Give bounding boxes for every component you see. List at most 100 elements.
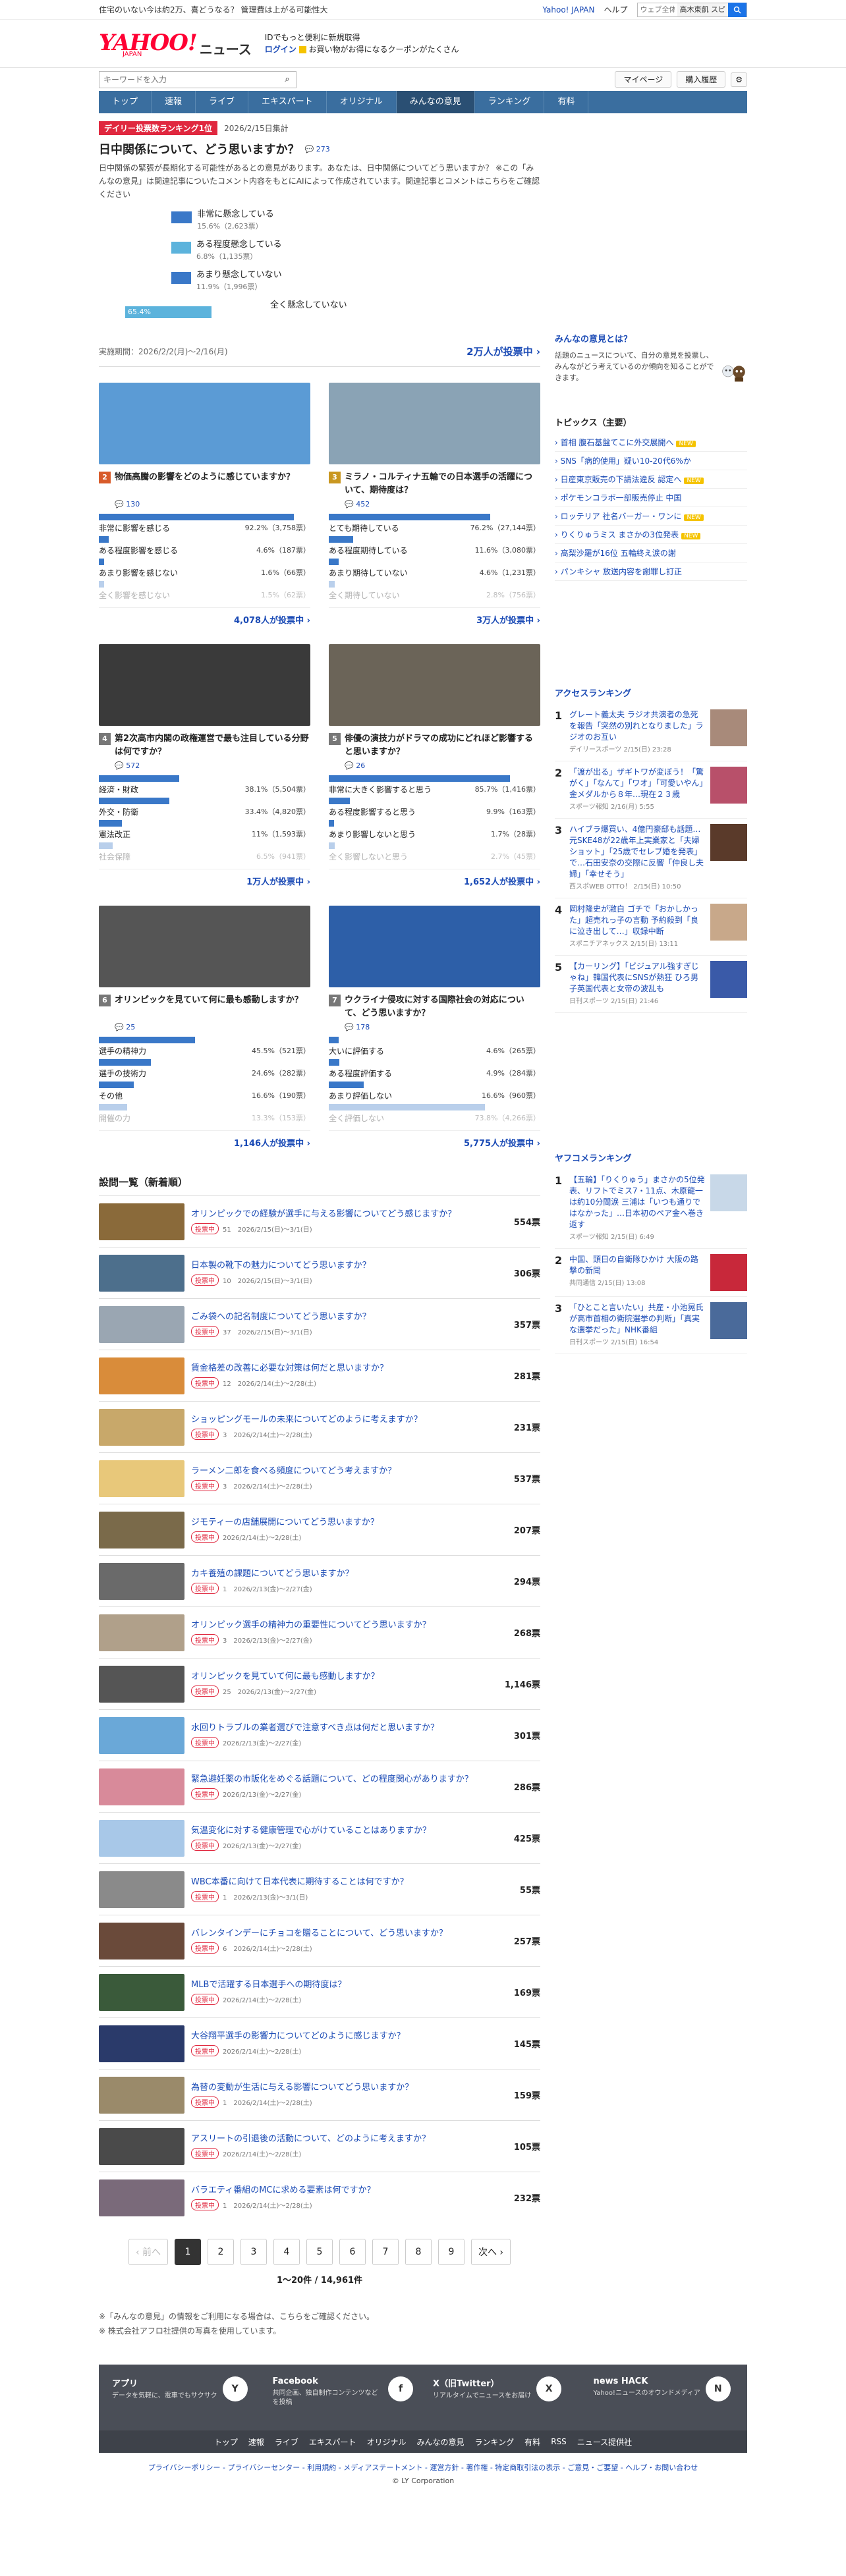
ranking-thumbnail[interactable] [710, 767, 747, 804]
mypage-button[interactable]: マイページ [615, 71, 672, 88]
poll-card[interactable]: 3 ミラノ・コルティナ五輪での日本選手の活躍について、期待度は？ 💬 452 とても期… [329, 383, 540, 626]
list-item[interactable]: ごみ袋への記名制度についてどう思いますか？ 投票中 37 2026/2/15(日)〜… [99, 1298, 540, 1350]
yafuko-ranking-heading[interactable]: ヤフコメランキング [555, 1151, 747, 1164]
list-item-question[interactable]: オリンピックを見ていて何に最も感動しますか？ [191, 1671, 494, 1683]
signup-link[interactable]: IDでもっと便利に新規取得 [265, 32, 459, 43]
footer-nav-6[interactable]: ランキング [475, 2436, 515, 2448]
topic-link[interactable]: › ポケモンコラボ一部販売停止 中国 [555, 489, 747, 507]
list-item[interactable]: WBC本番に向けて日本代表に期待することは何ですか？ 投票中 1 2026/2/13… [99, 1863, 540, 1915]
comment-count[interactable]: 💬 273 [305, 145, 330, 153]
poll-card[interactable]: 7 ウクライナ侵攻に対する国際社会の対応について、どう思いますか？ 💬 178 大いに… [329, 906, 540, 1149]
page-3-button[interactable]: 3 [240, 2239, 267, 2265]
list-item[interactable]: 水回りトラブルの業者選びで注意すべき点は何だと思いますか？ 投票中 2026/2/1… [99, 1709, 540, 1761]
footer-nav-5[interactable]: みんなの意見 [417, 2436, 465, 2448]
list-item-question[interactable]: 気温変化に対する健康管理で心がけていることはありますか？ [191, 1825, 494, 1837]
footer-nav-7[interactable]: 有料 [524, 2436, 540, 2448]
list-item-thumbnail[interactable] [99, 2127, 184, 2165]
footer-nav-3[interactable]: エキスパート [309, 2436, 356, 2448]
comment-count[interactable]: 💬 572 [115, 761, 310, 770]
list-item-question[interactable]: 日本製の靴下の魅力についてどう思いますか？ [191, 1260, 494, 1272]
ranking-title[interactable]: グレート義太夫 ラジオ共演者の急死を報告「突然の別れとなりました」ラジオのお互い… [569, 709, 705, 755]
comment-count[interactable]: 💬 26 [345, 761, 540, 770]
page-7-button[interactable]: 7 [372, 2239, 399, 2265]
list-item[interactable]: ジモティーの店舗展開についてどう思いますか？ 投票中 2026/2/14(土)〜2/… [99, 1504, 540, 1555]
poll-card-image[interactable] [99, 644, 310, 726]
list-item-thumbnail[interactable] [99, 2076, 184, 2114]
list-item-question[interactable]: 為替の変動が生活に与える影響についてどう思いますか？ [191, 2082, 494, 2094]
list-item[interactable]: オリンピックでの経験が選手に与える影響についてどう感じますか？ 投票中 51 202… [99, 1195, 540, 1247]
list-item-thumbnail[interactable] [99, 1819, 184, 1857]
featured-title[interactable]: 日中関係について、どう思いますか？ [99, 140, 300, 157]
list-item-question[interactable]: 大谷翔平選手の影響力についてどのように感じますか？ [191, 2031, 494, 2042]
poll-card-image[interactable] [329, 644, 540, 726]
list-item-question[interactable]: 緊急避妊薬の市販化をめぐる話題について、どの程度関心がありますか？ [191, 1774, 494, 1786]
list-item-thumbnail[interactable] [99, 1254, 184, 1292]
list-item-thumbnail[interactable] [99, 1305, 184, 1343]
vote-count-link[interactable]: 1万人が投票中 › [99, 869, 310, 887]
ranking-thumbnail[interactable] [710, 1254, 747, 1291]
list-item-question[interactable]: カキ養殖の課題についてどう思いますか？ [191, 1568, 494, 1580]
nav-tab-4[interactable]: オリジナル [327, 91, 397, 113]
list-item[interactable]: バレンタインデーにチョコを贈ることについて、どう思いますか？ 投票中 6 2026/… [99, 1915, 540, 1966]
footer-app-item[interactable]: news HACK Yahoo!ニュースのオウンドメディア N [594, 2376, 735, 2419]
comment-count[interactable]: 💬 178 [345, 1023, 540, 1031]
page-9-button[interactable]: 9 [438, 2239, 465, 2265]
nav-tab-3[interactable]: エキスパート [248, 91, 327, 113]
ranking-thumbnail[interactable] [710, 1174, 747, 1211]
list-item-thumbnail[interactable] [99, 1203, 184, 1240]
poll-card-title[interactable]: 2 物価高騰の影響をどのように感じていますか？ [99, 471, 310, 499]
list-item-thumbnail[interactable] [99, 1768, 184, 1805]
comment-count[interactable]: 💬 452 [345, 500, 540, 508]
poll-card-image[interactable] [99, 383, 310, 464]
coupon-link[interactable]: お買い物がお得になるクーポンがたくさん [308, 45, 459, 54]
list-item-question[interactable]: オリンピック選手の精神力の重要性についてどう思いますか？ [191, 1620, 494, 1631]
list-item-question[interactable]: ジモティーの店舗展開についてどう思いますか？ [191, 1517, 494, 1529]
keyword-input[interactable] [99, 71, 279, 88]
list-item[interactable]: ショッピングモールの未来についてどのように考えますか？ 投票中 3 2026/2/1… [99, 1401, 540, 1452]
search-button[interactable] [728, 2, 747, 17]
page-6-button[interactable]: 6 [339, 2239, 366, 2265]
search-tag[interactable]: 高木東凱 スピ [677, 3, 728, 16]
ranking-item[interactable]: 3 ハイブラ爆買い、4億円豪邸も話題…元SKE48が22歳年上実業家と「夫婦ショッ… [555, 819, 747, 898]
list-item-thumbnail[interactable] [99, 1871, 184, 1908]
promo-link[interactable]: 住宅のいない今は約2万、喜どうなる？ 管理費は上がる可能性大 [99, 4, 327, 15]
list-item-question[interactable]: アスリートの引退後の活動について、どのように考えますか？ [191, 2133, 494, 2145]
poll-card-image[interactable] [329, 383, 540, 464]
topic-link[interactable]: › 首相 腹石基盤てこに外交展開へ NEW [555, 433, 747, 452]
list-item-question[interactable]: ショッピングモールの未来についてどのように考えますか？ [191, 1414, 494, 1426]
nav-tab-0[interactable]: トップ [99, 91, 152, 113]
list-item[interactable]: オリンピック選手の精神力の重要性についてどう思いますか？ 投票中 3 2026/2/… [99, 1606, 540, 1658]
list-item-thumbnail[interactable] [99, 2179, 184, 2216]
poll-card[interactable]: 5 俳優の演技力がドラマの成功にどれほど影響すると思いますか？ 💬 26 非常に大きく… [329, 644, 540, 887]
vote-count-link[interactable]: 5,775人が投票中 › [329, 1130, 540, 1149]
footer-nav-8[interactable]: RSS [551, 2437, 567, 2446]
ranking-thumbnail[interactable] [710, 1302, 747, 1339]
ranking-item[interactable]: 2 中国、頭日の自衛隊ひかけ 大阪の路撃の新聞 共同通信 2/15(日) 13:08 [555, 1249, 747, 1297]
list-item[interactable]: 為替の変動が生活に与える影響についてどう思いますか？ 投票中 1 2026/2/14… [99, 2069, 540, 2120]
topic-link[interactable]: › 日産東京販売の下請法違反 認定へ NEW [555, 470, 747, 489]
nav-tab-7[interactable]: 有料 [544, 91, 589, 113]
vote-count-link[interactable]: 1,146人が投票中 › [99, 1130, 310, 1149]
vote-count-link[interactable]: 3万人が投票中 › [329, 607, 540, 626]
poll-card-title[interactable]: 3 ミラノ・コルティナ五輪での日本選手の活躍について、期待度は？ [329, 471, 540, 499]
footer-app-item[interactable]: アプリ データを気軽に、電車でもサクサク Y [112, 2376, 253, 2419]
list-item-question[interactable]: バレンタインデーにチョコを贈ることについて、どう思いますか？ [191, 1928, 494, 1940]
topic-link[interactable]: › SNS「病的使用」疑い10-20代6%か [555, 452, 747, 470]
footer-links[interactable]: プライバシーポリシー - プライバシーセンター - 利用規約 - メディアステー… [0, 2462, 846, 2473]
footer-nav-2[interactable]: ライブ [275, 2436, 298, 2448]
list-item-thumbnail[interactable] [99, 1408, 184, 1446]
page-2-button[interactable]: 2 [208, 2239, 234, 2265]
ranking-item[interactable]: 4 岡村隆史が激白 ゴチで「おかしかった」超売れっ子の言動 予約殺到「良に泣き出し… [555, 898, 747, 956]
list-item[interactable]: 大谷翔平選手の影響力についてどのように感じますか？ 投票中 2026/2/14(土)… [99, 2017, 540, 2069]
page-1-button[interactable]: 1 [175, 2239, 201, 2265]
list-item-thumbnail[interactable] [99, 1460, 184, 1497]
search-icon[interactable]: ⌕ [279, 74, 296, 84]
list-item[interactable]: オリンピックを見ていて何に最も感動しますか？ 投票中 25 2026/2/13(金)… [99, 1658, 540, 1709]
list-item[interactable]: 緊急避妊薬の市販化をめぐる話題について、どの程度関心がありますか？ 投票中 2026… [99, 1761, 540, 1812]
list-item[interactable]: 気温変化に対する健康管理で心がけていることはありますか？ 投票中 2026/2/13… [99, 1812, 540, 1863]
poll-card[interactable]: 2 物価高騰の影響をどのように感じていますか？ 💬 130 非常に影響を感じる 92.2… [99, 383, 310, 626]
topic-link[interactable]: › 高梨沙羅が16位 五輪終え涙の謝 [555, 544, 747, 562]
ranking-item[interactable]: 5 【カーリング】「ビジュアル強すぎじゃね」韓国代表にSNSが熱狂 ひろ男子英国代… [555, 956, 747, 1013]
footer-nav-9[interactable]: ニュース提供社 [577, 2436, 632, 2448]
vote-count-link[interactable]: 4,078人が投票中 › [99, 607, 310, 626]
